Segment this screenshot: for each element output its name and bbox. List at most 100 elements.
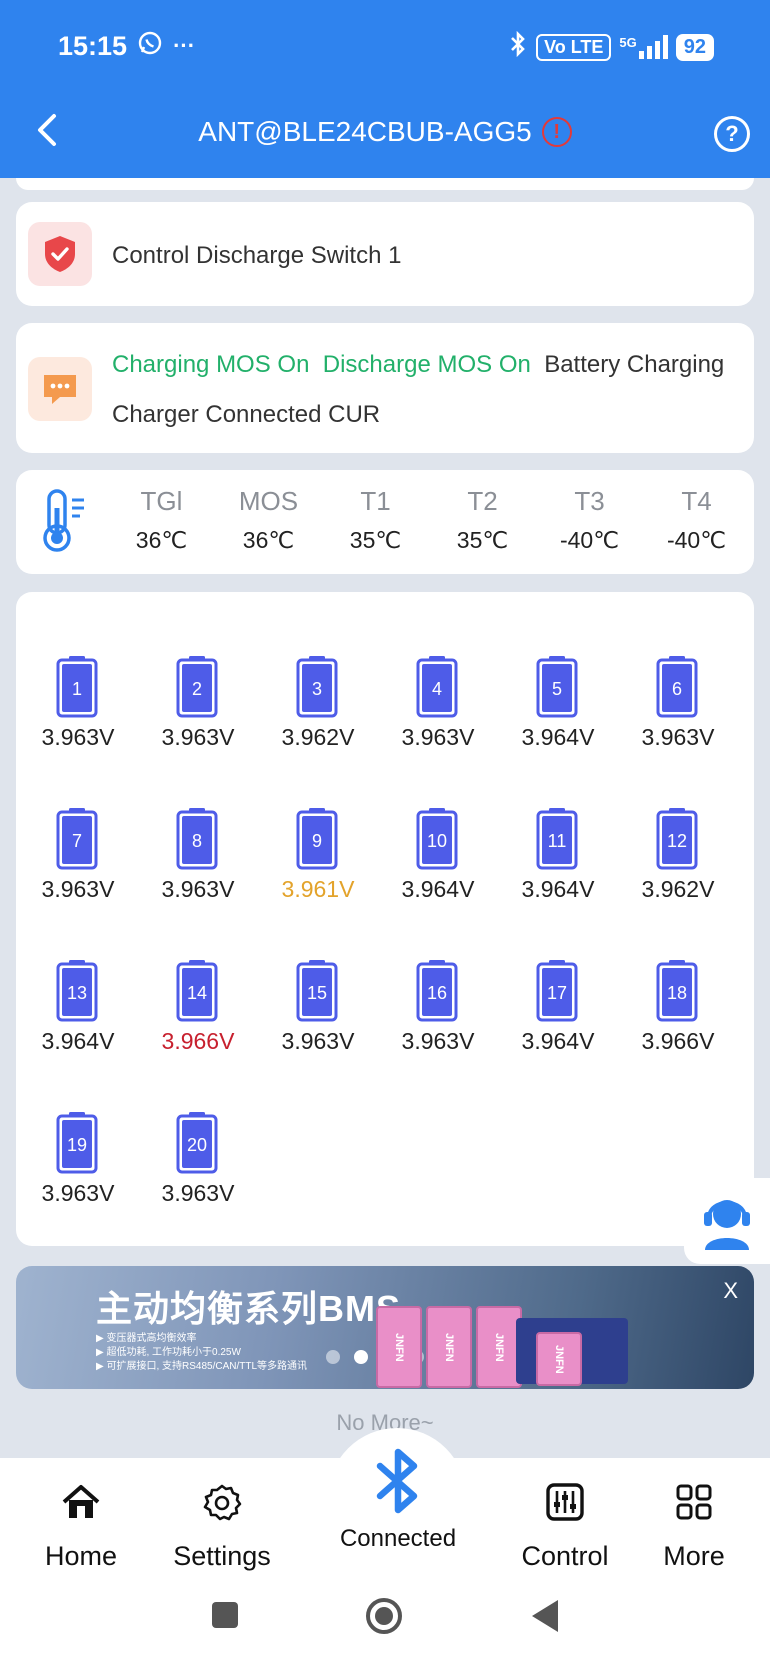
temperature-value: 35℃ bbox=[349, 527, 402, 553]
nav-control[interactable]: Control bbox=[490, 1482, 640, 1572]
whatsapp-icon bbox=[137, 30, 163, 62]
temperature-value: 35℃ bbox=[456, 527, 509, 553]
control-discharge-label: Control Discharge Switch 1 bbox=[112, 242, 402, 269]
cell-number: 13 bbox=[67, 983, 87, 1003]
nav-more[interactable]: More bbox=[619, 1482, 769, 1572]
cell-item: 11 3.964V bbox=[518, 808, 598, 928]
cell-number: 12 bbox=[667, 831, 687, 851]
cell-number: 8 bbox=[192, 831, 202, 851]
status-time: 15:15 bbox=[58, 30, 128, 61]
product-image: JNFN bbox=[536, 1332, 582, 1386]
signal-icon: 5G bbox=[619, 35, 668, 59]
temperature-item: T4 -40℃ bbox=[643, 486, 750, 554]
cell-number: 1 bbox=[72, 679, 82, 699]
banner-close-button[interactable]: X bbox=[723, 1278, 738, 1304]
temperature-item: T3 -40℃ bbox=[536, 486, 643, 554]
previous-card-edge bbox=[16, 178, 754, 190]
battery-cell-icon: 17 bbox=[536, 960, 578, 1022]
cell-number: 15 bbox=[307, 983, 327, 1003]
cell-voltage: 3.962V bbox=[641, 876, 715, 902]
cell-number: 18 bbox=[667, 983, 687, 1003]
back-system-button[interactable] bbox=[528, 1598, 562, 1639]
cell-voltage: 3.964V bbox=[521, 724, 595, 750]
nav-connected[interactable]: Connected bbox=[318, 1448, 478, 1553]
nav-settings[interactable]: Settings bbox=[147, 1482, 297, 1572]
battery-cell-icon: 10 bbox=[416, 808, 458, 870]
battery-cell-icon: 16 bbox=[416, 960, 458, 1022]
cell-item: 5 3.964V bbox=[518, 656, 598, 776]
recents-button[interactable] bbox=[210, 1600, 240, 1635]
cell-number: 20 bbox=[187, 1135, 207, 1155]
banner-bullet: ▶ 超低功耗, 工作功耗小于0.25W bbox=[96, 1347, 241, 1358]
cell-item: 15 3.963V bbox=[278, 960, 358, 1080]
temperature-item: T2 35℃ bbox=[429, 486, 536, 554]
circle-icon bbox=[366, 1598, 402, 1634]
cell-voltage: 3.963V bbox=[281, 1028, 355, 1054]
bluetooth-icon bbox=[376, 1448, 418, 1514]
cell-item: 1 3.963V bbox=[38, 656, 118, 776]
cell-item: 7 3.963V bbox=[38, 808, 118, 928]
cell-voltage: 3.963V bbox=[161, 724, 235, 750]
grid-icon bbox=[676, 1484, 712, 1520]
temperature-item: MOS 36℃ bbox=[215, 486, 322, 554]
cell-item: 8 3.963V bbox=[158, 808, 238, 928]
temperature-card: TGl 36℃ MOS 36℃ T1 35℃ T2 35℃ T3 -40℃ T4 -40℃ bbox=[16, 470, 754, 574]
cell-item: 14 3.966V bbox=[158, 960, 238, 1080]
battery-cell-icon: 9 bbox=[296, 808, 338, 870]
page-title: ANT@BLE24CBUB-AGG5 bbox=[198, 116, 532, 147]
banner-title: 主动均衡系列BMS bbox=[96, 1288, 401, 1329]
charging-mos-status: Charging MOS On bbox=[112, 351, 310, 378]
battery-level: 92 bbox=[675, 33, 714, 61]
nav-settings-label: Settings bbox=[173, 1541, 271, 1571]
cell-voltage: 3.963V bbox=[41, 1180, 115, 1206]
temperature-name: T2 bbox=[467, 486, 498, 516]
cell-item: 12 3.962V bbox=[638, 808, 718, 928]
temperature-name: T3 bbox=[574, 486, 605, 516]
gear-icon bbox=[203, 1484, 242, 1521]
product-image: JNFN bbox=[376, 1306, 422, 1388]
cell-voltage: 3.964V bbox=[521, 1028, 595, 1054]
cell-item: 10 3.964V bbox=[398, 808, 478, 928]
help-button[interactable]: ? bbox=[714, 116, 750, 152]
volte-badge: Vo LTE bbox=[536, 33, 612, 61]
cell-voltage: 3.963V bbox=[641, 724, 715, 750]
cell-voltage: 3.966V bbox=[641, 1028, 715, 1054]
battery-cell-icon: 14 bbox=[176, 960, 218, 1022]
cell-voltage-card: 1 3.963V 2 3.963V 3 3.962V 4 3.963V 5 3.964V 6 3.96… bbox=[16, 592, 754, 1246]
customer-support-button[interactable] bbox=[684, 1178, 770, 1264]
message-icon bbox=[28, 357, 92, 421]
warning-icon[interactable]: ! bbox=[541, 117, 572, 147]
nav-connected-label: Connected bbox=[339, 1525, 457, 1552]
temperature-name: T1 bbox=[360, 486, 391, 516]
product-image: JNFN bbox=[426, 1306, 472, 1388]
home-system-button[interactable] bbox=[364, 1596, 404, 1641]
home-icon bbox=[62, 1485, 100, 1518]
status-line-2: Charger Connected CUR bbox=[112, 401, 381, 428]
status-bar-right: Vo LTE 5G 92 bbox=[508, 30, 714, 64]
cell-item: 13 3.964V bbox=[38, 960, 118, 1080]
cell-number: 3 bbox=[312, 679, 322, 699]
control-discharge-card: Control Discharge Switch 1 bbox=[16, 202, 754, 306]
cell-voltage: 3.963V bbox=[41, 876, 115, 902]
cell-item: 6 3.963V bbox=[638, 656, 718, 776]
temperature-value: 36℃ bbox=[242, 527, 295, 553]
cell-item: 20 3.963V bbox=[158, 1112, 238, 1232]
cell-number: 11 bbox=[548, 831, 567, 851]
battery-cell-icon: 6 bbox=[656, 656, 698, 718]
battery-cell-icon: 11 bbox=[536, 808, 578, 870]
battery-cell-icon: 12 bbox=[656, 808, 698, 870]
cell-voltage: 3.963V bbox=[41, 724, 115, 750]
battery-cell-icon: 13 bbox=[56, 960, 98, 1022]
cell-voltage: 3.963V bbox=[401, 1028, 475, 1054]
temperature-value: -40℃ bbox=[666, 527, 727, 553]
battery-cell-icon: 5 bbox=[536, 656, 578, 718]
promo-banner[interactable]: 主动均衡系列BMS ▶ 变压器式高均衡效率 ▶ 超低功耗, 工作功耗小于0.25… bbox=[16, 1266, 754, 1389]
battery-cell-icon: 15 bbox=[296, 960, 338, 1022]
cell-number: 9 bbox=[312, 831, 322, 851]
cell-voltage: 3.962V bbox=[281, 724, 355, 750]
nav-home-label: Home bbox=[44, 1541, 118, 1571]
nav-home[interactable]: Home bbox=[6, 1482, 156, 1572]
cell-item: 3 3.962V bbox=[278, 656, 358, 776]
cell-number: 16 bbox=[427, 983, 447, 1003]
cell-voltage: 3.963V bbox=[401, 724, 475, 750]
